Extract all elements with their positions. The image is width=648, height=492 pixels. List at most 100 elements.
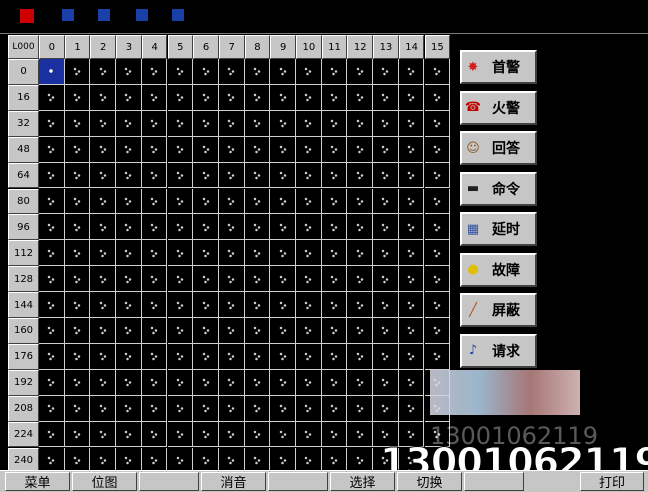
device-cell[interactable]: [90, 188, 117, 215]
device-cell[interactable]: [64, 214, 91, 241]
device-cell[interactable]: [141, 318, 168, 344]
device-cell[interactable]: [398, 240, 425, 267]
device-cell[interactable]: [141, 343, 168, 370]
device-cell[interactable]: [90, 292, 117, 318]
device-cell[interactable]: [296, 59, 322, 85]
device-cell[interactable]: [296, 343, 322, 370]
device-cell[interactable]: [167, 292, 194, 318]
device-cell[interactable]: [373, 84, 399, 111]
device-cell[interactable]: [321, 318, 348, 344]
device-cell[interactable]: [347, 421, 374, 448]
device-cell[interactable]: [270, 343, 296, 370]
device-cell[interactable]: [321, 369, 348, 396]
device-cell[interactable]: [193, 136, 219, 163]
device-cell[interactable]: [424, 292, 451, 318]
device-cell[interactable]: [270, 188, 296, 215]
device-cell[interactable]: [193, 84, 219, 111]
device-cell[interactable]: [270, 162, 296, 189]
device-cell[interactable]: [90, 59, 117, 85]
device-cell[interactable]: [218, 110, 245, 137]
device-cell[interactable]: [270, 110, 296, 137]
device-cell[interactable]: [424, 240, 451, 267]
device-cell[interactable]: [270, 84, 296, 111]
device-cell[interactable]: [64, 318, 91, 344]
device-cell[interactable]: [39, 136, 65, 163]
device-cell[interactable]: [398, 84, 425, 111]
device-cell[interactable]: [321, 162, 348, 189]
print-button[interactable]: 打印: [580, 472, 644, 491]
device-cell[interactable]: [116, 369, 142, 396]
device-cell[interactable]: [244, 369, 271, 396]
device-cell[interactable]: [141, 369, 168, 396]
device-cell[interactable]: [116, 318, 142, 344]
device-cell[interactable]: [193, 343, 219, 370]
device-cell[interactable]: [270, 395, 296, 422]
device-cell[interactable]: [193, 162, 219, 189]
blank-button[interactable]: [139, 472, 199, 491]
device-cell[interactable]: [347, 214, 374, 241]
device-cell[interactable]: [218, 292, 245, 318]
device-cell[interactable]: [398, 214, 425, 241]
device-cell[interactable]: [398, 136, 425, 163]
device-cell[interactable]: [424, 59, 451, 85]
device-cell[interactable]: [424, 214, 451, 241]
device-cell[interactable]: [244, 343, 271, 370]
device-cell[interactable]: [244, 188, 271, 215]
device-cell[interactable]: [218, 395, 245, 422]
device-cell[interactable]: [321, 240, 348, 267]
side-button[interactable]: ✸ 首警: [460, 50, 537, 84]
device-cell[interactable]: [39, 214, 65, 241]
device-cell[interactable]: [64, 395, 91, 422]
device-cell[interactable]: [244, 214, 271, 241]
device-cell[interactable]: [39, 188, 65, 215]
device-cell[interactable]: [321, 292, 348, 318]
device-cell[interactable]: [244, 421, 271, 448]
device-cell[interactable]: [244, 395, 271, 422]
device-cell[interactable]: [270, 240, 296, 267]
device-cell[interactable]: [90, 240, 117, 267]
device-cell[interactable]: [321, 343, 348, 370]
device-cell[interactable]: [347, 395, 374, 422]
device-cell[interactable]: [244, 136, 271, 163]
device-cell[interactable]: [373, 136, 399, 163]
device-cell[interactable]: [39, 162, 65, 189]
device-cell[interactable]: [116, 110, 142, 137]
toolbar-icon[interactable]: [136, 9, 148, 21]
device-cell[interactable]: [90, 421, 117, 448]
device-cell[interactable]: [167, 240, 194, 267]
device-cell[interactable]: [116, 343, 142, 370]
device-cell[interactable]: [424, 136, 451, 163]
device-cell[interactable]: [116, 59, 142, 85]
device-cell[interactable]: [64, 292, 91, 318]
device-cell[interactable]: [321, 421, 348, 448]
device-cell[interactable]: [244, 162, 271, 189]
device-cell[interactable]: [347, 59, 374, 85]
device-cell[interactable]: [141, 421, 168, 448]
device-cell[interactable]: [398, 369, 425, 396]
device-cell[interactable]: [193, 292, 219, 318]
device-cell[interactable]: [141, 110, 168, 137]
device-cell[interactable]: [141, 266, 168, 293]
device-cell[interactable]: [424, 188, 451, 215]
device-cell[interactable]: [218, 136, 245, 163]
device-cell[interactable]: [141, 214, 168, 241]
device-cell[interactable]: [64, 188, 91, 215]
device-cell[interactable]: [116, 188, 142, 215]
device-cell[interactable]: [321, 188, 348, 215]
device-cell[interactable]: [193, 240, 219, 267]
device-cell[interactable]: [193, 110, 219, 137]
bitmap-button[interactable]: 位图: [72, 472, 137, 491]
side-button[interactable]: ♪ 请求: [460, 333, 537, 368]
device-cell[interactable]: [373, 266, 399, 293]
device-cell[interactable]: [167, 395, 194, 422]
device-cell[interactable]: [296, 318, 322, 344]
device-cell[interactable]: [373, 240, 399, 267]
device-cell[interactable]: [373, 59, 399, 85]
device-cell[interactable]: [296, 110, 322, 137]
device-cell[interactable]: [398, 343, 425, 370]
device-cell[interactable]: [64, 421, 91, 448]
side-button[interactable]: ▦ 延时: [460, 212, 537, 246]
device-cell[interactable]: [218, 84, 245, 111]
device-cell[interactable]: [39, 59, 65, 85]
device-cell[interactable]: [218, 240, 245, 267]
